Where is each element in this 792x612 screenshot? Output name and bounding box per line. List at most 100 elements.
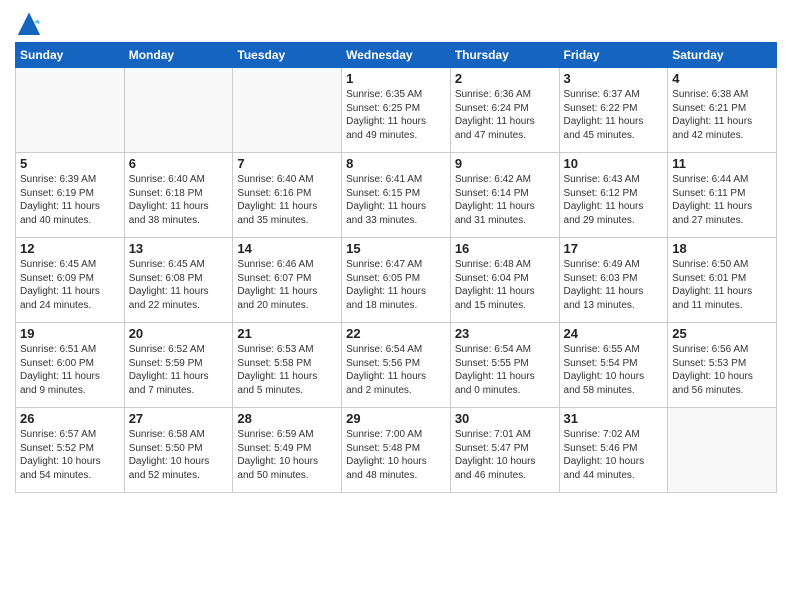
calendar-cell: 26 Sunrise: 6:57 AMSunset: 5:52 PMDayligh… (16, 408, 125, 493)
calendar-cell: 1Sunrise: 6:35 AMSunset: 6:25 PMDaylight… (342, 68, 451, 153)
day-number: 22 (346, 326, 446, 341)
day-info: Sunrise: 6:42 AMSunset: 6:14 PMDaylight:… (455, 173, 555, 227)
calendar-cell: 25 Sunrise: 6:56 AMSunset: 5:53 PMDayligh… (668, 323, 777, 408)
day-info: Sunrise: 6:38 AMSunset: 6:21 PMDaylight:… (672, 88, 772, 142)
day-info: Sunrise: 6:50 AMSunset: 6:01 PMDaylight:… (672, 258, 772, 312)
day-number: 14 (237, 241, 337, 256)
day-info: Sunrise: 6:49 AMSunset: 6:03 PMDaylight:… (564, 258, 664, 312)
weekday-header-sunday: Sunday (16, 43, 125, 68)
day-info: Sunrise: 6:37 AMSunset: 6:22 PMDaylight:… (564, 88, 664, 142)
weekday-header-friday: Friday (559, 43, 668, 68)
calendar-cell: 24 Sunrise: 6:55 AMSunset: 5:54 PMDayligh… (559, 323, 668, 408)
calendar-cell: 6 Sunrise: 6:40 AMSunset: 6:18 PMDaylight… (124, 153, 233, 238)
page-container: SundayMondayTuesdayWednesdayThursdayFrid… (0, 0, 792, 498)
day-number: 11 (672, 156, 772, 171)
day-number: 30 (455, 411, 555, 426)
calendar-cell: 5 Sunrise: 6:39 AMSunset: 6:19 PMDaylight… (16, 153, 125, 238)
day-number: 5 (20, 156, 120, 171)
day-info: Sunrise: 6:54 AMSunset: 5:56 PMDaylight:… (346, 343, 446, 397)
day-number: 7 (237, 156, 337, 171)
calendar-cell: 22 Sunrise: 6:54 AMSunset: 5:56 PMDayligh… (342, 323, 451, 408)
day-info: Sunrise: 6:39 AMSunset: 6:19 PMDaylight:… (20, 173, 120, 227)
day-number: 28 (237, 411, 337, 426)
weekday-header-wednesday: Wednesday (342, 43, 451, 68)
week-row-4: 19 Sunrise: 6:51 AMSunset: 6:00 PMDayligh… (16, 323, 777, 408)
calendar-cell: 13 Sunrise: 6:45 AMSunset: 6:08 PMDayligh… (124, 238, 233, 323)
day-number: 8 (346, 156, 446, 171)
calendar-cell: 29Sunrise: 7:00 AMSunset: 5:48 PMDayligh… (342, 408, 451, 493)
calendar-cell: 28 Sunrise: 6:59 AMSunset: 5:49 PMDayligh… (233, 408, 342, 493)
calendar-cell (668, 408, 777, 493)
day-number: 27 (129, 411, 229, 426)
day-info: Sunrise: 6:54 AMSunset: 5:55 PMDaylight:… (455, 343, 555, 397)
day-number: 9 (455, 156, 555, 171)
calendar-cell: 2 Sunrise: 6:36 AMSunset: 6:24 PMDaylight… (450, 68, 559, 153)
day-info: Sunrise: 6:55 AMSunset: 5:54 PMDaylight:… (564, 343, 664, 397)
day-number: 1 (346, 71, 446, 86)
calendar-cell (233, 68, 342, 153)
calendar-cell: 10 Sunrise: 6:43 AMSunset: 6:12 PMDayligh… (559, 153, 668, 238)
day-number: 26 (20, 411, 120, 426)
day-number: 17 (564, 241, 664, 256)
day-number: 23 (455, 326, 555, 341)
calendar-cell: 27Sunrise: 6:58 AMSunset: 5:50 PMDayligh… (124, 408, 233, 493)
day-info: Sunrise: 7:02 AMSunset: 5:46 PMDaylight:… (564, 428, 664, 482)
day-info: Sunrise: 6:47 AMSunset: 6:05 PMDaylight:… (346, 258, 446, 312)
week-row-5: 26 Sunrise: 6:57 AMSunset: 5:52 PMDayligh… (16, 408, 777, 493)
calendar-cell: 8 Sunrise: 6:41 AMSunset: 6:15 PMDaylight… (342, 153, 451, 238)
logo (15, 10, 47, 38)
calendar-cell: 30 Sunrise: 7:01 AMSunset: 5:47 PMDayligh… (450, 408, 559, 493)
day-info: Sunrise: 6:59 AMSunset: 5:49 PMDaylight:… (237, 428, 337, 482)
day-info: Sunrise: 6:53 AMSunset: 5:58 PMDaylight:… (237, 343, 337, 397)
weekday-header-monday: Monday (124, 43, 233, 68)
day-info: Sunrise: 6:52 AMSunset: 5:59 PMDaylight:… (129, 343, 229, 397)
weekday-header-saturday: Saturday (668, 43, 777, 68)
calendar-cell (124, 68, 233, 153)
calendar-cell: 14 Sunrise: 6:46 AMSunset: 6:07 PMDayligh… (233, 238, 342, 323)
calendar-cell: 23 Sunrise: 6:54 AMSunset: 5:55 PMDayligh… (450, 323, 559, 408)
calendar-cell: 21 Sunrise: 6:53 AMSunset: 5:58 PMDayligh… (233, 323, 342, 408)
day-info: Sunrise: 6:48 AMSunset: 6:04 PMDaylight:… (455, 258, 555, 312)
calendar-table: SundayMondayTuesdayWednesdayThursdayFrid… (15, 42, 777, 493)
day-number: 18 (672, 241, 772, 256)
day-info: Sunrise: 6:36 AMSunset: 6:24 PMDaylight:… (455, 88, 555, 142)
day-number: 10 (564, 156, 664, 171)
day-number: 20 (129, 326, 229, 341)
calendar-cell: 4 Sunrise: 6:38 AMSunset: 6:21 PMDaylight… (668, 68, 777, 153)
calendar-cell: 3 Sunrise: 6:37 AMSunset: 6:22 PMDaylight… (559, 68, 668, 153)
logo-icon (15, 10, 43, 38)
day-info: Sunrise: 6:46 AMSunset: 6:07 PMDaylight:… (237, 258, 337, 312)
weekday-header-thursday: Thursday (450, 43, 559, 68)
day-info: Sunrise: 7:00 AMSunset: 5:48 PMDaylight:… (346, 428, 446, 482)
day-number: 24 (564, 326, 664, 341)
day-number: 4 (672, 71, 772, 86)
day-number: 3 (564, 71, 664, 86)
day-number: 19 (20, 326, 120, 341)
calendar-cell: 31 Sunrise: 7:02 AMSunset: 5:46 PMDayligh… (559, 408, 668, 493)
day-info: Sunrise: 6:44 AMSunset: 6:11 PMDaylight:… (672, 173, 772, 227)
calendar-cell: 18 Sunrise: 6:50 AMSunset: 6:01 PMDayligh… (668, 238, 777, 323)
day-info: Sunrise: 6:45 AMSunset: 6:08 PMDaylight:… (129, 258, 229, 312)
weekday-header-row: SundayMondayTuesdayWednesdayThursdayFrid… (16, 43, 777, 68)
day-info: Sunrise: 6:51 AMSunset: 6:00 PMDaylight:… (20, 343, 120, 397)
calendar-cell: 20 Sunrise: 6:52 AMSunset: 5:59 PMDayligh… (124, 323, 233, 408)
calendar-cell: 9 Sunrise: 6:42 AMSunset: 6:14 PMDaylight… (450, 153, 559, 238)
day-info: Sunrise: 6:57 AMSunset: 5:52 PMDaylight:… (20, 428, 120, 482)
day-info: Sunrise: 6:43 AMSunset: 6:12 PMDaylight:… (564, 173, 664, 227)
calendar-cell: 17 Sunrise: 6:49 AMSunset: 6:03 PMDayligh… (559, 238, 668, 323)
day-number: 25 (672, 326, 772, 341)
day-number: 6 (129, 156, 229, 171)
day-info: Sunrise: 6:56 AMSunset: 5:53 PMDaylight:… (672, 343, 772, 397)
day-info: Sunrise: 6:40 AMSunset: 6:18 PMDaylight:… (129, 173, 229, 227)
week-row-1: 1Sunrise: 6:35 AMSunset: 6:25 PMDaylight… (16, 68, 777, 153)
day-number: 2 (455, 71, 555, 86)
day-info: Sunrise: 7:01 AMSunset: 5:47 PMDaylight:… (455, 428, 555, 482)
calendar-cell: 15Sunrise: 6:47 AMSunset: 6:05 PMDayligh… (342, 238, 451, 323)
day-number: 31 (564, 411, 664, 426)
day-number: 21 (237, 326, 337, 341)
day-number: 13 (129, 241, 229, 256)
day-number: 16 (455, 241, 555, 256)
day-info: Sunrise: 6:41 AMSunset: 6:15 PMDaylight:… (346, 173, 446, 227)
calendar-cell: 7Sunrise: 6:40 AMSunset: 6:16 PMDaylight… (233, 153, 342, 238)
header-row (15, 10, 777, 38)
